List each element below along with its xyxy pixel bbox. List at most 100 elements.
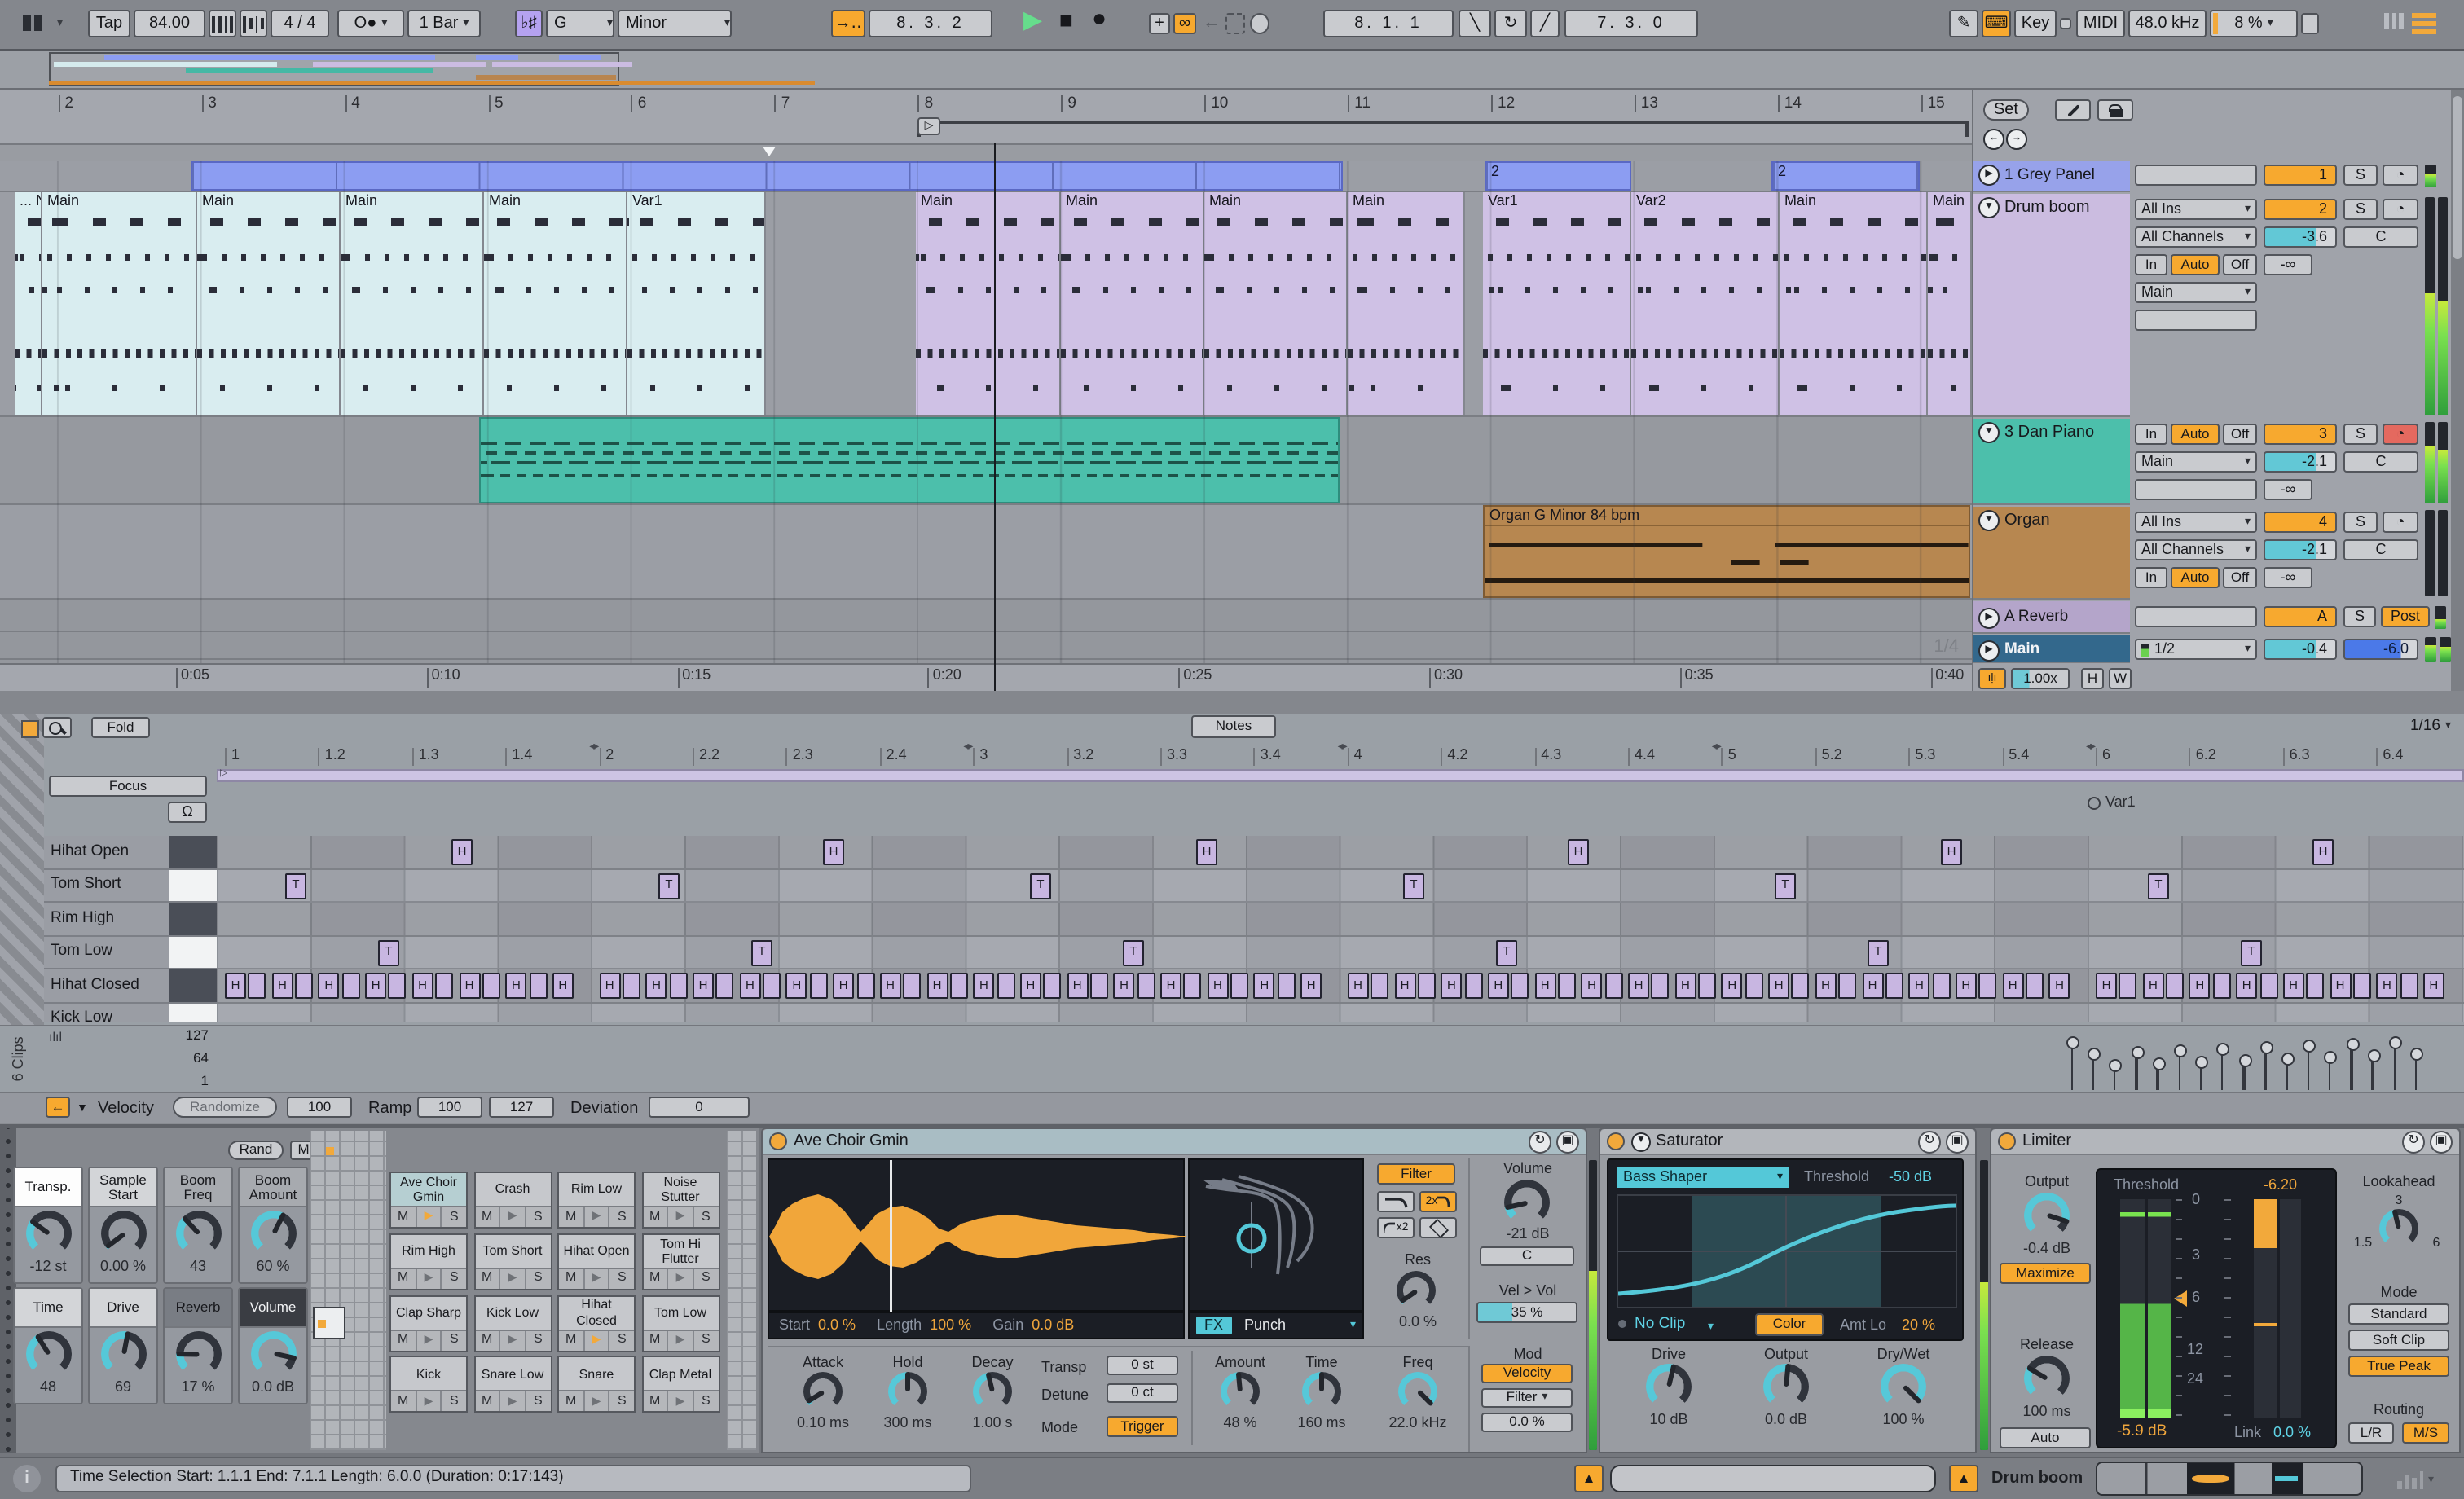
- main-cue-volume[interactable]: -6.0: [2343, 639, 2418, 660]
- track-header-a-reverb[interactable]: ▶ A Reverb: [1973, 601, 2130, 634]
- piano-pan[interactable]: C: [2343, 451, 2418, 473]
- track-lane-organ[interactable]: Organ G Minor 84 bpm: [0, 505, 1972, 600]
- velocity-stem[interactable]: [2070, 1046, 2073, 1090]
- midi-note[interactable]: [1698, 973, 1716, 999]
- midi-note[interactable]: [1137, 973, 1155, 999]
- lane-grid[interactable]: [217, 903, 2464, 936]
- midi-note[interactable]: H: [785, 973, 807, 999]
- midi-beat-label[interactable]: 4.3: [1534, 746, 1561, 766]
- res-knob[interactable]: [1398, 1273, 1434, 1308]
- drum-solo-button[interactable]: S: [2343, 199, 2378, 220]
- pad-play[interactable]: ▶: [584, 1391, 610, 1412]
- midi-note[interactable]: H: [823, 839, 844, 865]
- show-previous-chain-button[interactable]: ▲: [1574, 1465, 1604, 1492]
- arrangement-time-ruler[interactable]: 0:05 0:10 0:15 0:20 0:25 0:30 0:35 0:40: [0, 663, 1972, 692]
- pad-mute[interactable]: M: [475, 1268, 501, 1289]
- attack-value[interactable]: 0.10 ms: [784, 1414, 862, 1432]
- pad-mute[interactable]: M: [391, 1268, 417, 1289]
- midi-beat-label[interactable]: 6.4: [2376, 746, 2403, 766]
- pad-mute[interactable]: M: [643, 1391, 669, 1412]
- deviation-field[interactable]: 0: [649, 1097, 750, 1118]
- midi-beat-label[interactable]: 6.2: [2189, 746, 2216, 766]
- time-knob[interactable]: [1304, 1372, 1340, 1409]
- filter-type-lowpass[interactable]: [1377, 1191, 1415, 1212]
- arrangement-clip-drum[interactable]: Main: [1061, 192, 1204, 415]
- midi-note[interactable]: [1417, 973, 1436, 999]
- fold-button[interactable]: Fold: [91, 717, 150, 738]
- midi-note[interactable]: H: [2189, 973, 2211, 999]
- midi-beat-label[interactable]: 6: [2096, 746, 2110, 766]
- arrangement-clip-drum[interactable]: Main: [1928, 192, 1972, 415]
- drum-monitor-auto[interactable]: Auto: [2171, 254, 2220, 275]
- link-value[interactable]: 0.0 %: [2273, 1424, 2311, 1442]
- back-to-arrangement-button[interactable]: ←: [1203, 13, 1221, 33]
- midi-beat-label[interactable]: 5.2: [1815, 746, 1842, 766]
- clip-mode-menu[interactable]: No Clip: [1635, 1315, 1685, 1334]
- velocity-stem[interactable]: [2135, 1056, 2138, 1090]
- randomize-button[interactable]: Randomize: [173, 1097, 277, 1118]
- drum-pad[interactable]: Tom Low M ▶ S: [641, 1295, 719, 1352]
- macro-knob-1[interactable]: [28, 1212, 70, 1255]
- midi-note[interactable]: [2352, 973, 2371, 999]
- cpu-load-meter[interactable]: 8 % ▾: [2210, 10, 2298, 37]
- mini-meter-icon[interactable]: [2396, 1471, 2425, 1494]
- midi-note[interactable]: [388, 973, 407, 999]
- midi-note[interactable]: H: [1394, 973, 1415, 999]
- dry-wet-knob[interactable]: [1882, 1365, 1925, 1408]
- velocity-stem[interactable]: [2414, 1057, 2418, 1090]
- pad-solo[interactable]: S: [693, 1330, 719, 1351]
- drum-pad[interactable]: Rim High M ▶ S: [389, 1233, 468, 1290]
- pad-solo[interactable]: S: [609, 1207, 635, 1227]
- midi-note[interactable]: H: [1196, 839, 1217, 865]
- save-preset-icon[interactable]: ▣: [1556, 1130, 1579, 1153]
- track-header-dan-piano[interactable]: ▼ 3 Dan Piano: [1973, 419, 2130, 505]
- midi-note[interactable]: [2259, 973, 2277, 999]
- unfold-track-icon[interactable]: ▶: [1978, 640, 2000, 661]
- macro-knob-4[interactable]: [253, 1211, 295, 1255]
- bar-number[interactable]: 6: [631, 95, 646, 112]
- macro-value[interactable]: 0.0 dB: [240, 1378, 306, 1396]
- arrangement-clip-grey-panel[interactable]: 2: [1485, 161, 1631, 191]
- pad-play[interactable]: ▶: [416, 1207, 442, 1227]
- pad-play[interactable]: ▶: [416, 1330, 442, 1351]
- loop-button[interactable]: ↻: [1494, 10, 1527, 37]
- pad-mute[interactable]: M: [475, 1207, 501, 1227]
- decay-knob[interactable]: [975, 1372, 1010, 1409]
- drum-pad[interactable]: Kick Low M ▶ S: [473, 1295, 552, 1352]
- piano-monitor-auto[interactable]: Auto: [2171, 424, 2220, 445]
- arrangement-clip-drum[interactable]: Main: [341, 192, 484, 415]
- mode-soft-clip[interactable]: Soft Clip: [2348, 1330, 2449, 1351]
- drive-value[interactable]: 10 dB: [1626, 1411, 1711, 1429]
- track-lane-drum-boom[interactable]: ... N Main Main Main Main Var1 Main Main Main Mai…: [0, 192, 1972, 417]
- midi-note[interactable]: H: [1300, 973, 1322, 999]
- drum-monitor-in[interactable]: In: [2135, 254, 2167, 275]
- quantize-menu[interactable]: 1 Bar ▾: [407, 10, 481, 37]
- macro-value[interactable]: 48: [15, 1378, 81, 1396]
- selection-box-icon[interactable]: [1225, 13, 1245, 34]
- midi-note[interactable]: [1885, 973, 1903, 999]
- vel-vol-field[interactable]: 35 %: [1476, 1302, 1577, 1323]
- mod-amount-field[interactable]: 0.0 %: [1481, 1413, 1573, 1432]
- midi-note[interactable]: H: [879, 973, 901, 999]
- output-knob[interactable]: [1765, 1363, 1807, 1408]
- record-button[interactable]: ●: [1092, 6, 1107, 33]
- midi-note[interactable]: H: [318, 973, 340, 999]
- organ-input-channel[interactable]: All Channels ▾: [2135, 539, 2257, 560]
- drum-input-type[interactable]: All Ins ▾: [2135, 199, 2257, 220]
- fold-device-icon[interactable]: ▼: [1631, 1132, 1651, 1151]
- scale-name-menu[interactable]: Minor ▾: [618, 10, 732, 37]
- clip-color-swatch[interactable]: [21, 720, 39, 738]
- bar-number[interactable]: 14: [1777, 95, 1802, 112]
- midi-map-mode-button[interactable]: MIDI: [2076, 10, 2125, 37]
- midi-beat-label[interactable]: 2.4: [879, 746, 907, 766]
- track-header-main[interactable]: ▶ Main: [1973, 635, 2130, 663]
- dry-wet-value[interactable]: 100 %: [1861, 1411, 1946, 1429]
- drum-pad[interactable]: Rim Low M ▶ S: [557, 1172, 636, 1229]
- lock-envelopes-button[interactable]: [2097, 99, 2133, 121]
- velocity-marker[interactable]: [2281, 1053, 2295, 1066]
- velocity-stem[interactable]: [2178, 1054, 2180, 1090]
- midi-note[interactable]: H: [645, 973, 667, 999]
- output-knob[interactable]: [2026, 1194, 2070, 1237]
- tempo-field[interactable]: 84.00: [134, 10, 205, 37]
- arrangement-clip-drum[interactable]: Main: [1204, 192, 1348, 415]
